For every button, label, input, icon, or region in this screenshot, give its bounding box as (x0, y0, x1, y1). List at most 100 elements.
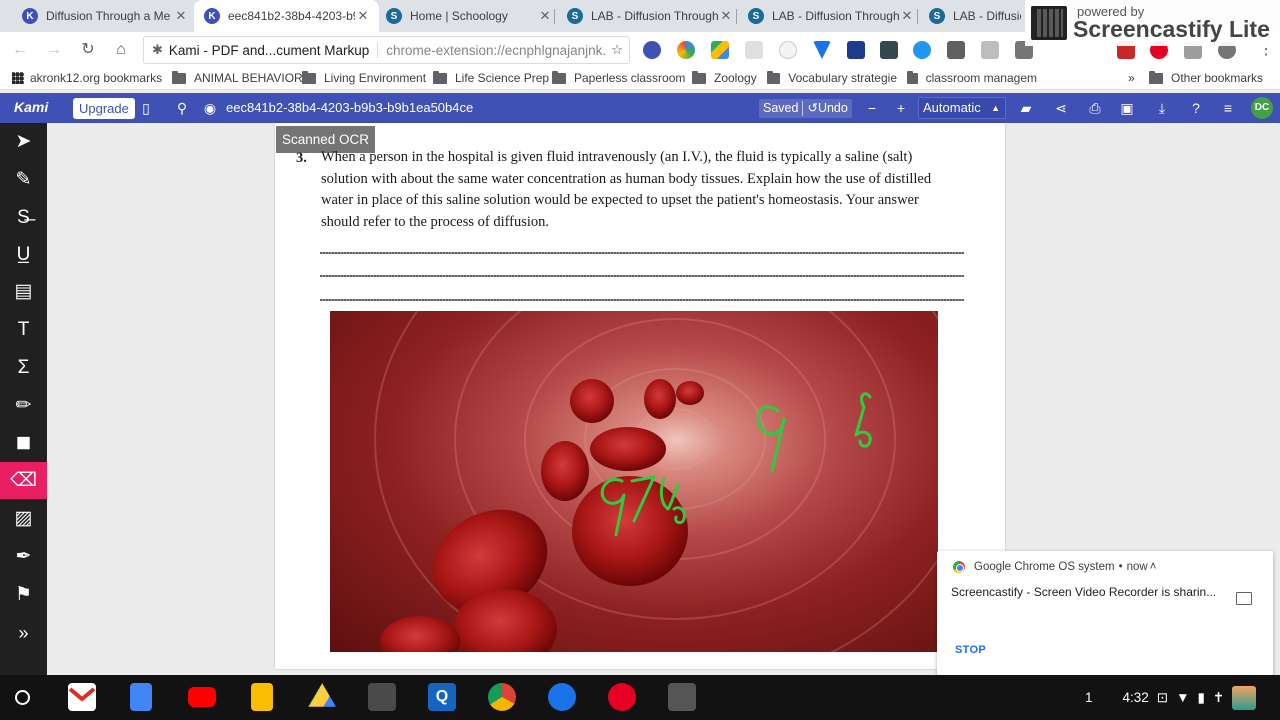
bookmark-label: Other bookmarks (1171, 71, 1264, 85)
bookmark-folder[interactable]: ANIMAL BEHAVIOR (172, 70, 303, 85)
tab-lab-diffusion-3[interactable]: S LAB - Diffusion T (919, 0, 1029, 32)
bookmark-apps[interactable]: akronk12.org bookmarks (12, 71, 162, 85)
comment-tool-icon[interactable]: ▤ (0, 273, 47, 310)
save-status: Saved ↺ Undo (759, 99, 852, 118)
highlight-tool-icon[interactable]: ✎ (0, 161, 47, 198)
select-tool-icon[interactable]: ➤ (0, 123, 47, 160)
tab-schoology-home[interactable]: S Home | Schoology ✕ (376, 0, 561, 32)
search-icon[interactable]: ⚲ (173, 99, 191, 117)
schoology-favicon-icon: S (567, 8, 583, 24)
zoom-out-icon[interactable]: − (863, 99, 881, 117)
close-tab-icon[interactable]: ✕ (355, 8, 371, 24)
stamp-tool-icon[interactable]: ⚑ (0, 576, 47, 613)
cast-icon (1236, 592, 1252, 605)
undo-icon[interactable]: ↺ (807, 99, 817, 118)
reload-icon[interactable]: ↻ (76, 38, 100, 62)
sidebar-toggle-icon[interactable]: ▯ (137, 99, 155, 117)
schoology-favicon-icon: S (386, 8, 402, 24)
bookmark-label: Vocabulary strategie (788, 71, 897, 85)
docs-icon[interactable] (130, 683, 152, 711)
zoom-in-icon[interactable]: + (892, 99, 910, 117)
system-notification[interactable]: Google Chrome OS system • now ˄ Screenca… (937, 551, 1273, 675)
folder-icon (433, 70, 447, 84)
home-icon[interactable]: ⌂ (109, 38, 133, 62)
zoom-value: Automatic (923, 100, 981, 115)
pinterest-icon[interactable] (608, 683, 636, 711)
apps-grid-icon (12, 72, 24, 84)
eraser-tool-icon[interactable]: ⌫ (0, 462, 47, 499)
bookmark-star-icon[interactable]: ☆ (605, 42, 629, 58)
folder-open-icon[interactable]: ▰ (1017, 99, 1035, 117)
tab-diffusion[interactable]: K Diffusion Through a Me ✕ (12, 0, 197, 32)
chrome-icon (953, 561, 965, 573)
omnibox[interactable]: ✱ Kami - PDF and...cument Markup chrome-… (143, 36, 630, 64)
clock: 4:32 (1122, 690, 1149, 705)
bookmark-label: Paperless classroom (574, 71, 686, 85)
stop-sharing-button[interactable]: STOP (955, 644, 986, 656)
bookmark-label: Living Environment (324, 71, 427, 85)
bookmark-folder[interactable]: Paperless classroom (552, 70, 686, 85)
bookmark-folder[interactable]: classroom managem (907, 71, 1037, 85)
signature-tool-icon[interactable]: ✒ (0, 538, 47, 575)
extension-icon[interactable] (745, 41, 763, 59)
tab-title: LAB - Diffusion Through (772, 9, 899, 23)
drive-extension-icon[interactable] (711, 41, 729, 59)
youtube-icon[interactable] (188, 687, 216, 707)
print-icon[interactable]: ⎙ (1086, 99, 1104, 117)
close-tab-icon[interactable]: ✕ (173, 8, 189, 24)
kami-extension-icon[interactable] (643, 41, 661, 59)
download-icon[interactable]: ⤓ (1153, 99, 1171, 117)
tab-lab-diffusion-2[interactable]: S LAB - Diffusion Through ✕ (738, 0, 923, 32)
avatar[interactable]: DC (1251, 97, 1273, 119)
bookmark-folder[interactable]: Zoology (692, 70, 757, 85)
equation-tool-icon[interactable]: Σ (0, 349, 47, 386)
image-tool-icon[interactable]: ▨ (0, 500, 47, 537)
screencastify-icon[interactable] (668, 683, 696, 711)
gmail-icon[interactable] (68, 683, 96, 711)
share-icon[interactable]: ⋖ (1052, 99, 1070, 117)
close-tab-icon[interactable]: ✕ (718, 8, 734, 24)
screencastify-watermark: powered by Screencastify Lite (1025, 0, 1280, 46)
expand-toolbar-icon[interactable]: » (0, 615, 47, 652)
shapes-tool-icon[interactable]: ◼ (0, 424, 47, 461)
drawing-tool-icon[interactable]: ✏ (0, 387, 47, 424)
shield-extension-icon[interactable] (880, 41, 898, 59)
chrome-extension-icon[interactable] (677, 41, 695, 59)
bookmarks-overflow-button[interactable]: » (1128, 71, 1135, 85)
bookmark-folder[interactable]: Living Environment (302, 70, 427, 85)
bookmark-folder[interactable]: Vocabulary strategie (767, 71, 897, 85)
help-icon[interactable]: ? (1187, 99, 1205, 117)
bookmark-other[interactable]: Other bookmarks (1149, 70, 1264, 85)
save-icon[interactable]: ▣ (1118, 99, 1136, 117)
status-area[interactable]: 1 4:32 ⊡ ▼ ▮ ✝ (1085, 675, 1257, 720)
chevron-up-icon[interactable]: ˄ (1150, 561, 1157, 573)
bookmark-folder[interactable]: Life Science Prep (433, 70, 549, 85)
zoom-select[interactable]: Automatic ▲▼ (918, 97, 1006, 133)
text-tool-icon[interactable]: T (0, 311, 47, 348)
close-tab-icon[interactable]: ✕ (537, 8, 553, 24)
slides-icon[interactable] (251, 683, 273, 711)
close-tab-icon[interactable]: ✕ (899, 8, 915, 24)
clock-extension-icon[interactable] (779, 41, 797, 59)
checkbox-extension-icon[interactable] (847, 41, 865, 59)
upgrade-button[interactable]: Upgrade (73, 98, 135, 119)
quizlet-icon[interactable]: Q (428, 683, 456, 711)
tab-title: Home | Schoology (410, 9, 508, 23)
vector-extension-icon[interactable] (813, 41, 831, 59)
tab-lab-diffusion-1[interactable]: S LAB - Diffusion Through ✕ (557, 0, 742, 32)
files-icon[interactable] (548, 683, 576, 711)
strikethrough-tool-icon[interactable]: S̶ (0, 199, 47, 236)
forward-arrow-icon[interactable]: → (42, 38, 66, 62)
chrome-icon[interactable] (488, 683, 516, 711)
g-extension-icon[interactable] (947, 41, 965, 59)
back-arrow-icon[interactable]: ← (8, 38, 32, 62)
g-extension-icon-2[interactable] (981, 41, 999, 59)
tab-kami-doc[interactable]: K eec841b2-38b4-4203-b9 ✕ (194, 0, 379, 32)
calculator-icon[interactable] (368, 683, 396, 711)
undo-button[interactable]: Undo (818, 99, 848, 118)
launcher-icon[interactable] (15, 690, 30, 705)
edge-extension-icon[interactable] (913, 41, 931, 59)
menu-icon[interactable]: ≡ (1219, 99, 1237, 117)
underline-tool-icon[interactable]: U̲ (0, 236, 47, 273)
drive-icon[interactable] (308, 683, 336, 707)
